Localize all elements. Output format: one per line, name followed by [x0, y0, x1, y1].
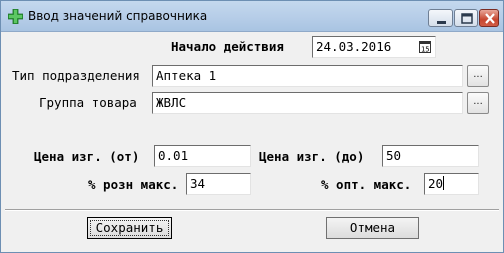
title-bar[interactable]: Ввод значений справочника — [1, 1, 503, 32]
minimize-button[interactable] — [428, 9, 453, 27]
subdivision-browse-button[interactable]: ... — [467, 65, 489, 87]
close-button[interactable] — [479, 9, 499, 27]
price-to-field[interactable]: 50 — [382, 145, 479, 167]
retail-max-label: % розн макс. — [88, 177, 179, 192]
cancel-button[interactable]: Отмена — [326, 217, 419, 239]
form-panel: Начало действия 24.03.2016 15 Тип подраз… — [5, 32, 499, 206]
wholesale-max-field[interactable]: 20 — [424, 173, 479, 195]
price-to-label: Цена изг. (до) — [259, 149, 365, 164]
maximize-icon — [461, 13, 473, 24]
price-from-label: Цена изг. (от) — [34, 149, 140, 164]
price-from-field[interactable]: 0.01 — [154, 145, 251, 167]
green-cross-icon — [8, 9, 23, 24]
bottom-separator — [5, 209, 499, 211]
product-group-label: Группа товара — [39, 95, 137, 110]
subdivision-label: Тип подразделения — [12, 68, 140, 83]
save-button[interactable]: Сохранить — [87, 217, 172, 239]
maximize-button[interactable] — [454, 9, 478, 27]
start-date-label: Начало действия — [171, 39, 284, 54]
start-date-field[interactable]: 24.03.2016 15 — [312, 36, 436, 58]
product-group-field[interactable]: ЖВЛС — [152, 92, 463, 114]
wholesale-max-label: % опт. макс. — [321, 177, 412, 192]
close-icon — [485, 13, 495, 24]
start-date-value: 24.03.2016 — [316, 39, 392, 54]
minimize-icon — [437, 21, 446, 24]
dialog-window: Ввод значений справочника Начало действи… — [0, 0, 504, 253]
text-caret — [443, 176, 445, 190]
svg-text:15: 15 — [421, 46, 429, 54]
retail-max-field[interactable]: 34 — [186, 173, 251, 195]
product-group-browse-button[interactable]: ... — [467, 92, 489, 114]
subdivision-field[interactable]: Аптека 1 — [152, 65, 463, 87]
wholesale-max-value: 20 — [428, 176, 444, 191]
window-title: Ввод значений справочника — [28, 9, 208, 23]
calendar-icon[interactable]: 15 — [419, 41, 431, 53]
